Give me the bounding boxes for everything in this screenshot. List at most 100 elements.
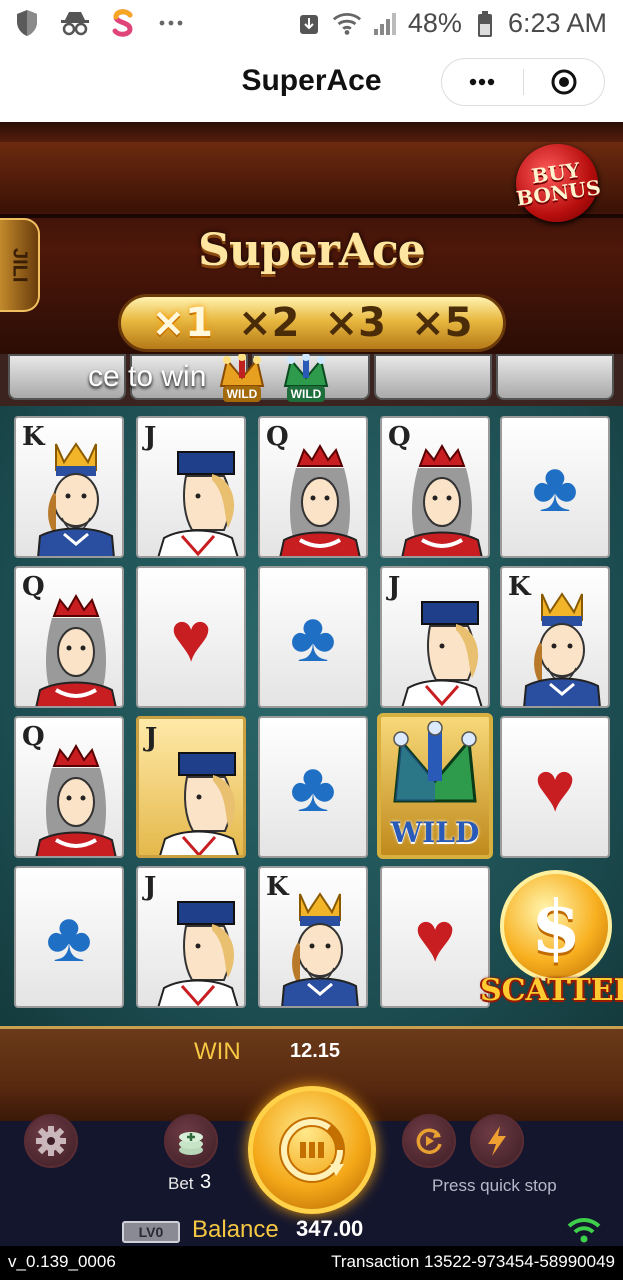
quick-stop-label: Press quick stop <box>432 1176 557 1195</box>
spin-arrow-icon <box>279 1117 345 1183</box>
card-club: ♣ <box>500 416 610 558</box>
scatter-symbol: $ SCATTER <box>480 866 623 1016</box>
chip-stack-icon <box>179 1132 203 1155</box>
bet-button[interactable] <box>164 1114 218 1168</box>
card-queen: Q <box>380 416 490 558</box>
incognito-icon <box>60 8 90 38</box>
gear-icon <box>36 1126 66 1156</box>
card-wild: WILD <box>377 713 493 859</box>
club-icon: ♣ <box>46 898 92 976</box>
more-dots-icon <box>156 8 186 38</box>
card-club: ♣ <box>14 866 124 1008</box>
bet-label: Bet <box>168 1174 194 1193</box>
auto-spin-icon <box>416 1128 442 1154</box>
battery-icon <box>470 9 500 39</box>
download-icon <box>294 9 324 39</box>
hint-text: ce to win <box>88 360 207 393</box>
queen-face-icon <box>35 593 117 706</box>
queen-face-icon <box>35 743 117 856</box>
multiplier-x2: ×2 <box>238 300 300 346</box>
queen-face-icon <box>401 443 483 556</box>
wild-badge-label: WILD <box>222 386 262 402</box>
status-bar: 48% 6:23 AM <box>0 0 623 50</box>
version-text: v_0.139_0006 <box>8 1252 116 1271</box>
multiplier-bar: ×1 ×2 ×3 ×5 <box>118 294 506 352</box>
card-queen: Q <box>14 566 124 708</box>
wild-hat-badge-gold: WILD <box>214 354 270 406</box>
multiplier-x5: ×5 <box>411 300 473 346</box>
battery-percent: 48% <box>407 8 462 38</box>
control-panel: WIN 12.15 Bet 3 Press quick stop LV0 Bal… <box>0 1026 623 1280</box>
jester-hat-icon <box>283 354 329 387</box>
king-face-icon <box>37 442 115 556</box>
card-king: K <box>258 866 368 1008</box>
queen-face-icon <box>279 443 361 556</box>
dollar-coin-icon: $ <box>500 870 612 982</box>
multiplier-x3: ×3 <box>324 300 386 346</box>
wild-hat-badge-green: WILD <box>278 354 334 406</box>
wild-label: WILD <box>390 816 480 849</box>
card-jack: J <box>136 866 246 1008</box>
balance-value: 347.00 <box>296 1216 364 1241</box>
app-bar: SuperAce <box>0 50 623 122</box>
auto-spin-button[interactable] <box>402 1114 456 1168</box>
card-heart: ♥ <box>380 866 490 1008</box>
mini-program-capsule <box>441 58 605 106</box>
wifi-status-icon <box>332 9 362 39</box>
win-label: WIN <box>194 1038 241 1065</box>
win-value: 12.15 <box>290 1040 341 1062</box>
connection-wifi-icon <box>567 1218 601 1243</box>
transaction-text: Transaction 13522-973454-58990049 <box>331 1252 615 1271</box>
heart-icon: ♥ <box>414 898 456 976</box>
scatter-label: SCATTER <box>480 973 623 1008</box>
heart-icon: ♥ <box>170 598 212 676</box>
jack-face-icon <box>157 451 239 556</box>
card-heart: ♥ <box>136 566 246 708</box>
king-face-icon <box>281 892 359 1006</box>
bet-value: 3 <box>200 1171 212 1193</box>
heart-icon: ♥ <box>534 748 576 826</box>
balance-label: Balance <box>192 1216 279 1243</box>
jester-hat-icon <box>219 354 265 387</box>
reel-cap <box>496 354 614 400</box>
card-king: K <box>14 416 124 558</box>
settings-button[interactable] <box>24 1114 78 1168</box>
shield-icon <box>12 8 42 38</box>
card-jack: J <box>136 416 246 558</box>
clock: 6:23 AM <box>507 8 607 38</box>
close-mini-program-button[interactable] <box>524 59 605 105</box>
game-logo: SuperAce <box>198 225 426 276</box>
reel-cap <box>374 354 492 400</box>
wild-badge-label: WILD <box>286 386 326 402</box>
footer-bar: v_0.139_0006 Transaction 13522-973454-58… <box>0 1246 623 1280</box>
jack-face-icon <box>157 901 239 1006</box>
jack-face-icon <box>159 752 239 855</box>
club-icon: ♣ <box>290 598 336 676</box>
level-badge: LV0 <box>122 1221 180 1243</box>
card-queen: Q <box>14 716 124 858</box>
hint-row: ce to win WILD WILD <box>0 354 623 406</box>
signal-icon <box>370 9 400 39</box>
target-icon <box>551 69 577 95</box>
card-heart: ♥ <box>500 716 610 858</box>
more-button[interactable] <box>442 59 523 105</box>
buy-bonus-line-2: BONUS <box>514 175 603 211</box>
app-s-icon <box>108 8 138 38</box>
quick-stop-button[interactable] <box>470 1114 524 1168</box>
card-club: ♣ <box>258 566 368 708</box>
game-area: JILI BUY BONUS SuperAce ×1 ×2 ×3 ×5 ce t… <box>0 122 623 1280</box>
king-face-icon <box>523 592 601 706</box>
card-club: ♣ <box>258 716 368 858</box>
jester-hat-icon <box>393 721 477 803</box>
club-icon: ♣ <box>532 448 578 526</box>
card-king: K <box>500 566 610 708</box>
spin-button[interactable] <box>248 1086 376 1214</box>
card-jack: J <box>380 566 490 708</box>
lightning-icon <box>488 1126 506 1156</box>
card-jack-gold: J <box>136 716 246 858</box>
jack-face-icon <box>401 601 483 706</box>
club-icon: ♣ <box>290 748 336 826</box>
card-queen: Q <box>258 416 368 558</box>
multiplier-x1: ×1 <box>151 300 213 346</box>
more-icon <box>470 78 495 86</box>
